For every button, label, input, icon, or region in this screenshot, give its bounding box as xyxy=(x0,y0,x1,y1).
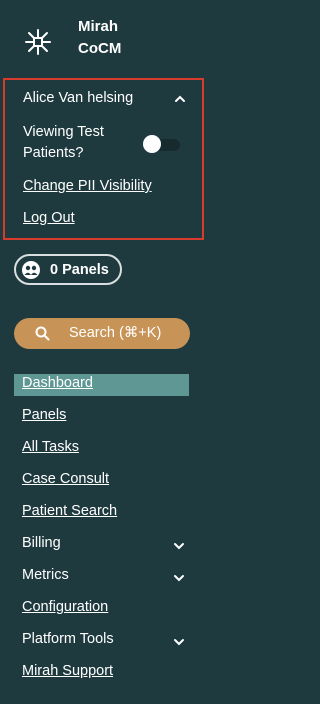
nav-item-patient-search[interactable]: Patient Search xyxy=(0,498,207,526)
search-button[interactable]: Search (⌘+K) xyxy=(14,318,190,349)
search-icon xyxy=(35,326,50,341)
nav-item-label: Patient Search xyxy=(22,503,118,519)
nav-item-label: All Tasks xyxy=(22,439,79,455)
nav-item-dashboard[interactable]: Dashboard xyxy=(0,370,207,398)
chevron-down-icon[interactable] xyxy=(173,572,185,584)
user-menu: Alice Van helsing Viewing Test Patients?… xyxy=(3,78,204,240)
chevron-down-icon[interactable] xyxy=(173,636,185,648)
nav-item-case-consult[interactable]: Case Consult xyxy=(0,466,207,494)
log-out-link[interactable]: Log Out xyxy=(23,210,75,226)
toggle-knob xyxy=(143,135,161,153)
nav-item-label: Configuration xyxy=(22,599,109,615)
nav-item-panels[interactable]: Panels xyxy=(0,402,207,430)
nav-item-label: Dashboard xyxy=(22,375,93,391)
nav-item-label: Platform Tools xyxy=(22,631,114,647)
brand-header[interactable]: Mirah CoCM xyxy=(24,8,204,64)
nav-item-label: Panels xyxy=(22,407,67,423)
nav-item-label: Billing xyxy=(22,535,61,551)
nav-item-mirah-support[interactable]: Mirah Support xyxy=(0,658,207,686)
nav-item-label: Mirah Support xyxy=(22,663,114,679)
nav-item-platform-tools[interactable]: Platform Tools xyxy=(0,626,207,654)
viewing-test-patients-label: Viewing Test Patients? xyxy=(23,124,104,161)
panels-button[interactable]: 0 Panels xyxy=(14,254,122,285)
brand-name: Mirah CoCM xyxy=(78,18,122,57)
change-pii-visibility-link[interactable]: Change PII Visibility xyxy=(23,178,152,194)
nav-item-label: Case Consult xyxy=(22,471,110,487)
nav-item-configuration[interactable]: Configuration xyxy=(0,594,207,622)
test-patients-toggle[interactable] xyxy=(142,134,182,154)
panels-label: 0 Panels xyxy=(50,262,109,278)
nav-item-billing[interactable]: Billing xyxy=(0,530,207,558)
nav-item-label: Metrics xyxy=(22,567,69,583)
mirah-logo-icon xyxy=(25,29,51,55)
nav-item-all-tasks[interactable]: All Tasks xyxy=(0,434,207,462)
search-label: Search (⌘+K) xyxy=(69,325,162,341)
user-group-icon xyxy=(22,261,40,279)
nav-item-metrics[interactable]: Metrics xyxy=(0,562,207,590)
user-name[interactable]: Alice Van helsing xyxy=(23,90,133,106)
chevron-down-icon[interactable] xyxy=(173,540,185,552)
chevron-up-icon[interactable] xyxy=(173,92,187,106)
